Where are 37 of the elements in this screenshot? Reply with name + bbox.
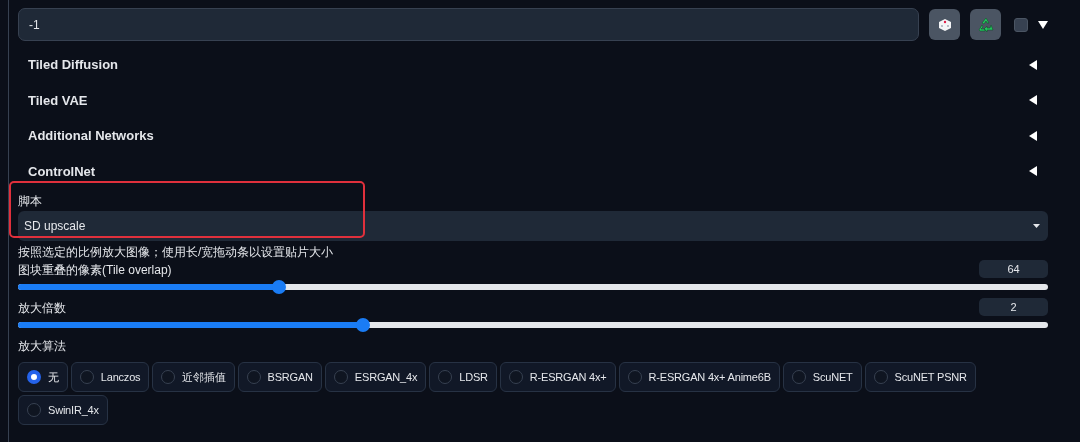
radio-option[interactable]: LDSR	[429, 362, 497, 392]
number-field[interactable]: 2	[979, 298, 1048, 316]
script-label: 脚本	[18, 193, 43, 209]
checkbox[interactable]	[1014, 17, 1028, 32]
collapse-arrow-icon[interactable]	[1028, 95, 1038, 106]
slider-label: 放大倍数	[18, 300, 66, 316]
seed-input[interactable]: -1	[18, 8, 919, 41]
dropdown-arrow-icon[interactable]	[1038, 20, 1048, 29]
recycle-icon	[976, 15, 995, 34]
radio-option[interactable]: 近邻插值	[152, 362, 235, 392]
slider-thumb[interactable]	[271, 280, 286, 294]
radio-option[interactable]: 无	[18, 362, 68, 392]
recycle-button[interactable]	[970, 9, 1001, 40]
upscaler-label: 放大算法	[18, 338, 67, 354]
slider-label: 图块重叠的像素(Tile overlap)	[18, 262, 172, 278]
number-field[interactable]: 64	[979, 260, 1048, 278]
accordion-header[interactable]: Tiled Diffusion	[28, 55, 119, 75]
description-text: 按照选定的比例放大图像；使用长/宽拖动条以设置贴片大小	[18, 244, 335, 260]
accordion-header[interactable]: Additional Networks	[28, 126, 154, 146]
slider-thumb[interactable]	[356, 318, 371, 332]
collapse-arrow-icon[interactable]	[1028, 59, 1038, 70]
radio-option[interactable]: Lanczos	[70, 362, 150, 392]
radio-option[interactable]: R-ESRGAN 4x+	[499, 362, 616, 392]
radio-option[interactable]: ScuNET	[782, 362, 862, 392]
radio-option[interactable]: BSRGAN	[237, 362, 322, 392]
accordion-header[interactable]: ControlNet	[28, 161, 96, 181]
radio-option[interactable]: SwinIR_4x	[18, 395, 108, 425]
dice-button[interactable]	[929, 9, 960, 40]
radio-option[interactable]: R-ESRGAN 4x+ Anime6B	[618, 362, 780, 392]
dice-icon	[937, 17, 952, 32]
radio-option[interactable]: ScuNET PSNR	[864, 362, 976, 392]
collapse-arrow-icon[interactable]	[1028, 166, 1038, 177]
radio-option[interactable]: ESRGAN_4x	[324, 362, 427, 392]
script-dropdown[interactable]: SD upscale	[18, 211, 1048, 241]
collapse-arrow-icon[interactable]	[1028, 130, 1038, 141]
caret-icon	[1033, 224, 1040, 228]
accordion-header[interactable]: Tiled VAE	[28, 90, 88, 110]
